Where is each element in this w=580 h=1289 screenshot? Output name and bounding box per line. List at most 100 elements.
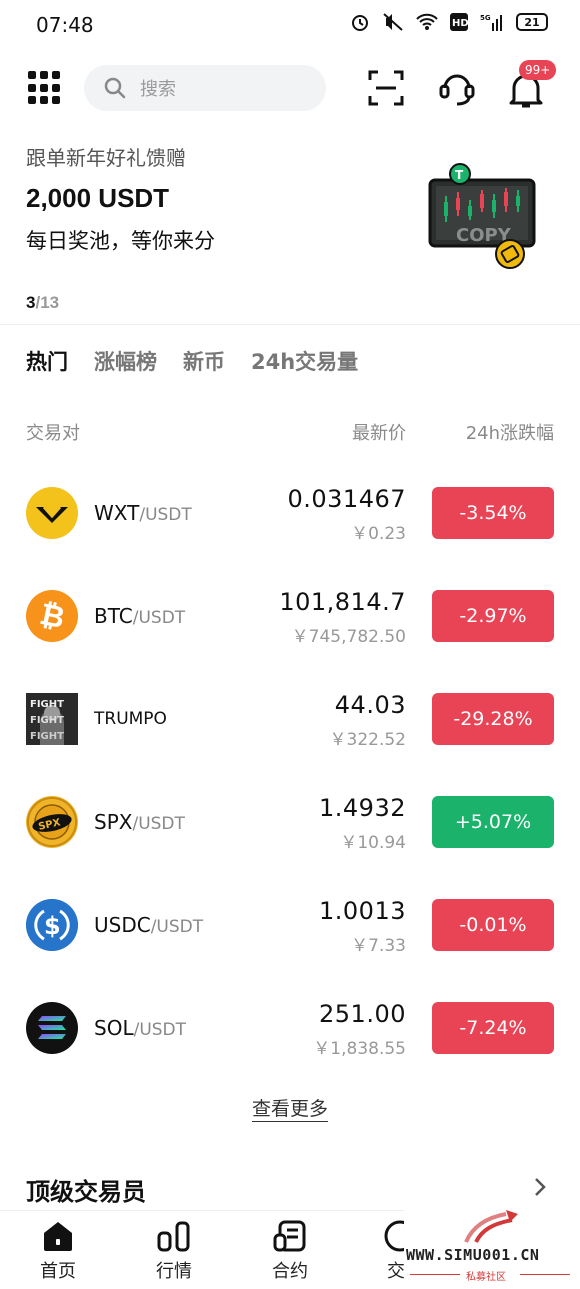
coin-change-button[interactable]: -2.97%: [432, 590, 554, 642]
tab-hot[interactable]: 热门: [26, 346, 68, 376]
coin-pair: TRUMPO: [94, 709, 167, 729]
customer-support-icon[interactable]: [437, 68, 477, 108]
coin-price-cny: ￥7.33: [351, 936, 406, 956]
svg-text:FIGHT: FIGHT: [30, 699, 64, 710]
coin-pair: WXT/USDT: [94, 501, 192, 525]
coin-change-button[interactable]: -7.24%: [432, 1002, 554, 1054]
column-header-change[interactable]: 24h涨跌幅: [466, 419, 554, 445]
svg-text:HD: HD: [452, 18, 468, 29]
nav-home[interactable]: 首页: [18, 1219, 98, 1283]
search-input[interactable]: 搜索: [84, 65, 326, 111]
coin-quote: /USDT: [139, 505, 192, 525]
tab-gainers[interactable]: 涨幅榜: [94, 346, 157, 376]
wxt-logo-icon: [26, 487, 78, 539]
banner-description[interactable]: 每日奖池，等你来分: [26, 225, 215, 255]
coin-price: 101,814.7: [279, 588, 406, 616]
coin-price-cny: ￥745,782.50: [291, 627, 406, 647]
coin-row-btc[interactable]: ₿ BTC/USDT 101,814.7 ￥745,782.50 -2.97%: [0, 580, 580, 660]
banner-subtitle[interactable]: 跟单新年好礼馈赠: [26, 142, 186, 171]
coin-base: WXT: [94, 501, 140, 525]
status-icons: HD 5G 21: [350, 12, 548, 32]
svg-text:FIGHT: FIGHT: [30, 715, 64, 726]
top-traders-title[interactable]: 顶级交易员: [26, 1172, 146, 1207]
home-icon: [44, 1222, 72, 1251]
coin-price-cny: ￥322.52: [329, 730, 406, 750]
wifi-icon: [416, 13, 438, 30]
notification-badge: 99+: [519, 60, 557, 80]
see-more-label[interactable]: 查看更多: [251, 1098, 328, 1122]
coin-row-usdc[interactable]: $ USDC/USDT 1.0013 ￥7.33 -0.01%: [0, 889, 580, 969]
coin-row-wxt[interactable]: WXT/USDT 0.031467 ￥0.23 -3.54%: [0, 477, 580, 557]
coin-pair: USDC/USDT: [94, 913, 203, 937]
coin-quote: /USDT: [133, 1020, 187, 1040]
column-header-pair[interactable]: 交易对: [26, 419, 80, 445]
tab-24h-volume[interactable]: 24h交易量: [251, 346, 358, 376]
spx-logo-icon: SPX: [26, 796, 78, 848]
watermark: WWW.SIMU001.CN 私募社区: [404, 1206, 580, 1289]
coin-quote: /USDT: [132, 814, 185, 834]
watermark-sub: 私募社区: [466, 1272, 506, 1283]
trumpo-image-icon: FIGHT FIGHT FIGHT: [26, 693, 78, 745]
market-tabs: 热门 涨幅榜 新币 24h交易量: [26, 346, 358, 376]
coin-price: 251.00: [319, 1000, 406, 1028]
coin-pair: BTC/USDT: [94, 604, 185, 628]
coin-pair: SOL/USDT: [94, 1016, 186, 1040]
coin-base: BTC: [94, 604, 133, 628]
status-bar: 07:48 HD 5G 21: [0, 0, 580, 50]
banner-title[interactable]: 2,000 USDT: [26, 183, 169, 214]
column-header-price[interactable]: 最新价: [352, 419, 406, 445]
coin-price: 0.031467: [287, 485, 406, 513]
apps-grid-icon[interactable]: [28, 71, 62, 105]
search-icon: [104, 77, 126, 99]
solana-icon: [26, 1002, 78, 1054]
coin-quote: /USDT: [132, 608, 186, 628]
signal-icon: 5G: [480, 14, 502, 31]
coin-price: 1.0013: [319, 897, 406, 925]
divider: [0, 324, 580, 325]
coin-price-cny: ￥1,838.55: [313, 1039, 406, 1059]
battery-icon: 21: [516, 13, 548, 31]
coin-price: 44.03: [334, 691, 406, 719]
coin-row-spx[interactable]: SPX SPX/USDT 1.4932 ￥10.94 +5.07%: [0, 786, 580, 866]
svg-text:T: T: [455, 168, 464, 182]
scan-icon[interactable]: [368, 70, 404, 106]
coin-change-button[interactable]: -29.28%: [432, 693, 554, 745]
coin-price-cny: ￥0.23: [351, 524, 406, 544]
coin-row-trumpo[interactable]: FIGHT FIGHT FIGHT TRUMPO 44.03 ￥322.52 -…: [0, 683, 580, 763]
usdc-icon: $: [26, 899, 78, 951]
chevron-right-icon[interactable]: [534, 1177, 546, 1197]
nav-contract[interactable]: 合约: [250, 1219, 330, 1283]
watermark-line-left: [410, 1274, 460, 1275]
coin-base: TRUMPO: [94, 709, 167, 729]
nav-contract-label: 合约: [272, 1261, 308, 1282]
coin-change-button[interactable]: +5.07%: [432, 796, 554, 848]
mute-icon: [383, 13, 403, 31]
see-more-link[interactable]: 查看更多: [0, 1094, 580, 1122]
svg-text:FIGHT: FIGHT: [30, 731, 64, 742]
contract-icon: [273, 1220, 306, 1252]
svg-text:5G: 5G: [480, 14, 491, 22]
bitcoin-icon: ₿: [26, 590, 78, 642]
nav-market[interactable]: 行情: [134, 1219, 214, 1283]
coin-change-button[interactable]: -3.54%: [432, 487, 554, 539]
coin-quote: /USDT: [150, 917, 204, 937]
tab-new-coins[interactable]: 新币: [183, 346, 225, 376]
watermark-line-right: [520, 1274, 570, 1275]
status-time: 07:48: [36, 13, 94, 37]
alarm-icon: [352, 15, 368, 31]
banner-page-total: /13: [35, 293, 60, 312]
svg-text:$: $: [44, 912, 61, 940]
coin-base: USDC: [94, 913, 151, 937]
banner-pagination: 3/13: [26, 293, 59, 313]
coin-row-sol[interactable]: SOL/USDT 251.00 ￥1,838.55 -7.24%: [0, 992, 580, 1072]
nav-market-label: 行情: [156, 1261, 192, 1282]
watermark-logo-icon: [464, 1210, 518, 1243]
coin-change-button[interactable]: -0.01%: [432, 899, 554, 951]
nav-home-label: 首页: [40, 1261, 76, 1282]
banner-copy-trade-image[interactable]: T COPY: [428, 162, 540, 276]
hd-icon: HD: [450, 13, 468, 31]
top-nav: 搜索 99+: [0, 60, 580, 114]
coin-price-cny: ￥10.94: [340, 833, 406, 853]
coin-base: SPX: [94, 810, 133, 834]
watermark-text: WWW.SIMU001.CN: [406, 1246, 540, 1264]
